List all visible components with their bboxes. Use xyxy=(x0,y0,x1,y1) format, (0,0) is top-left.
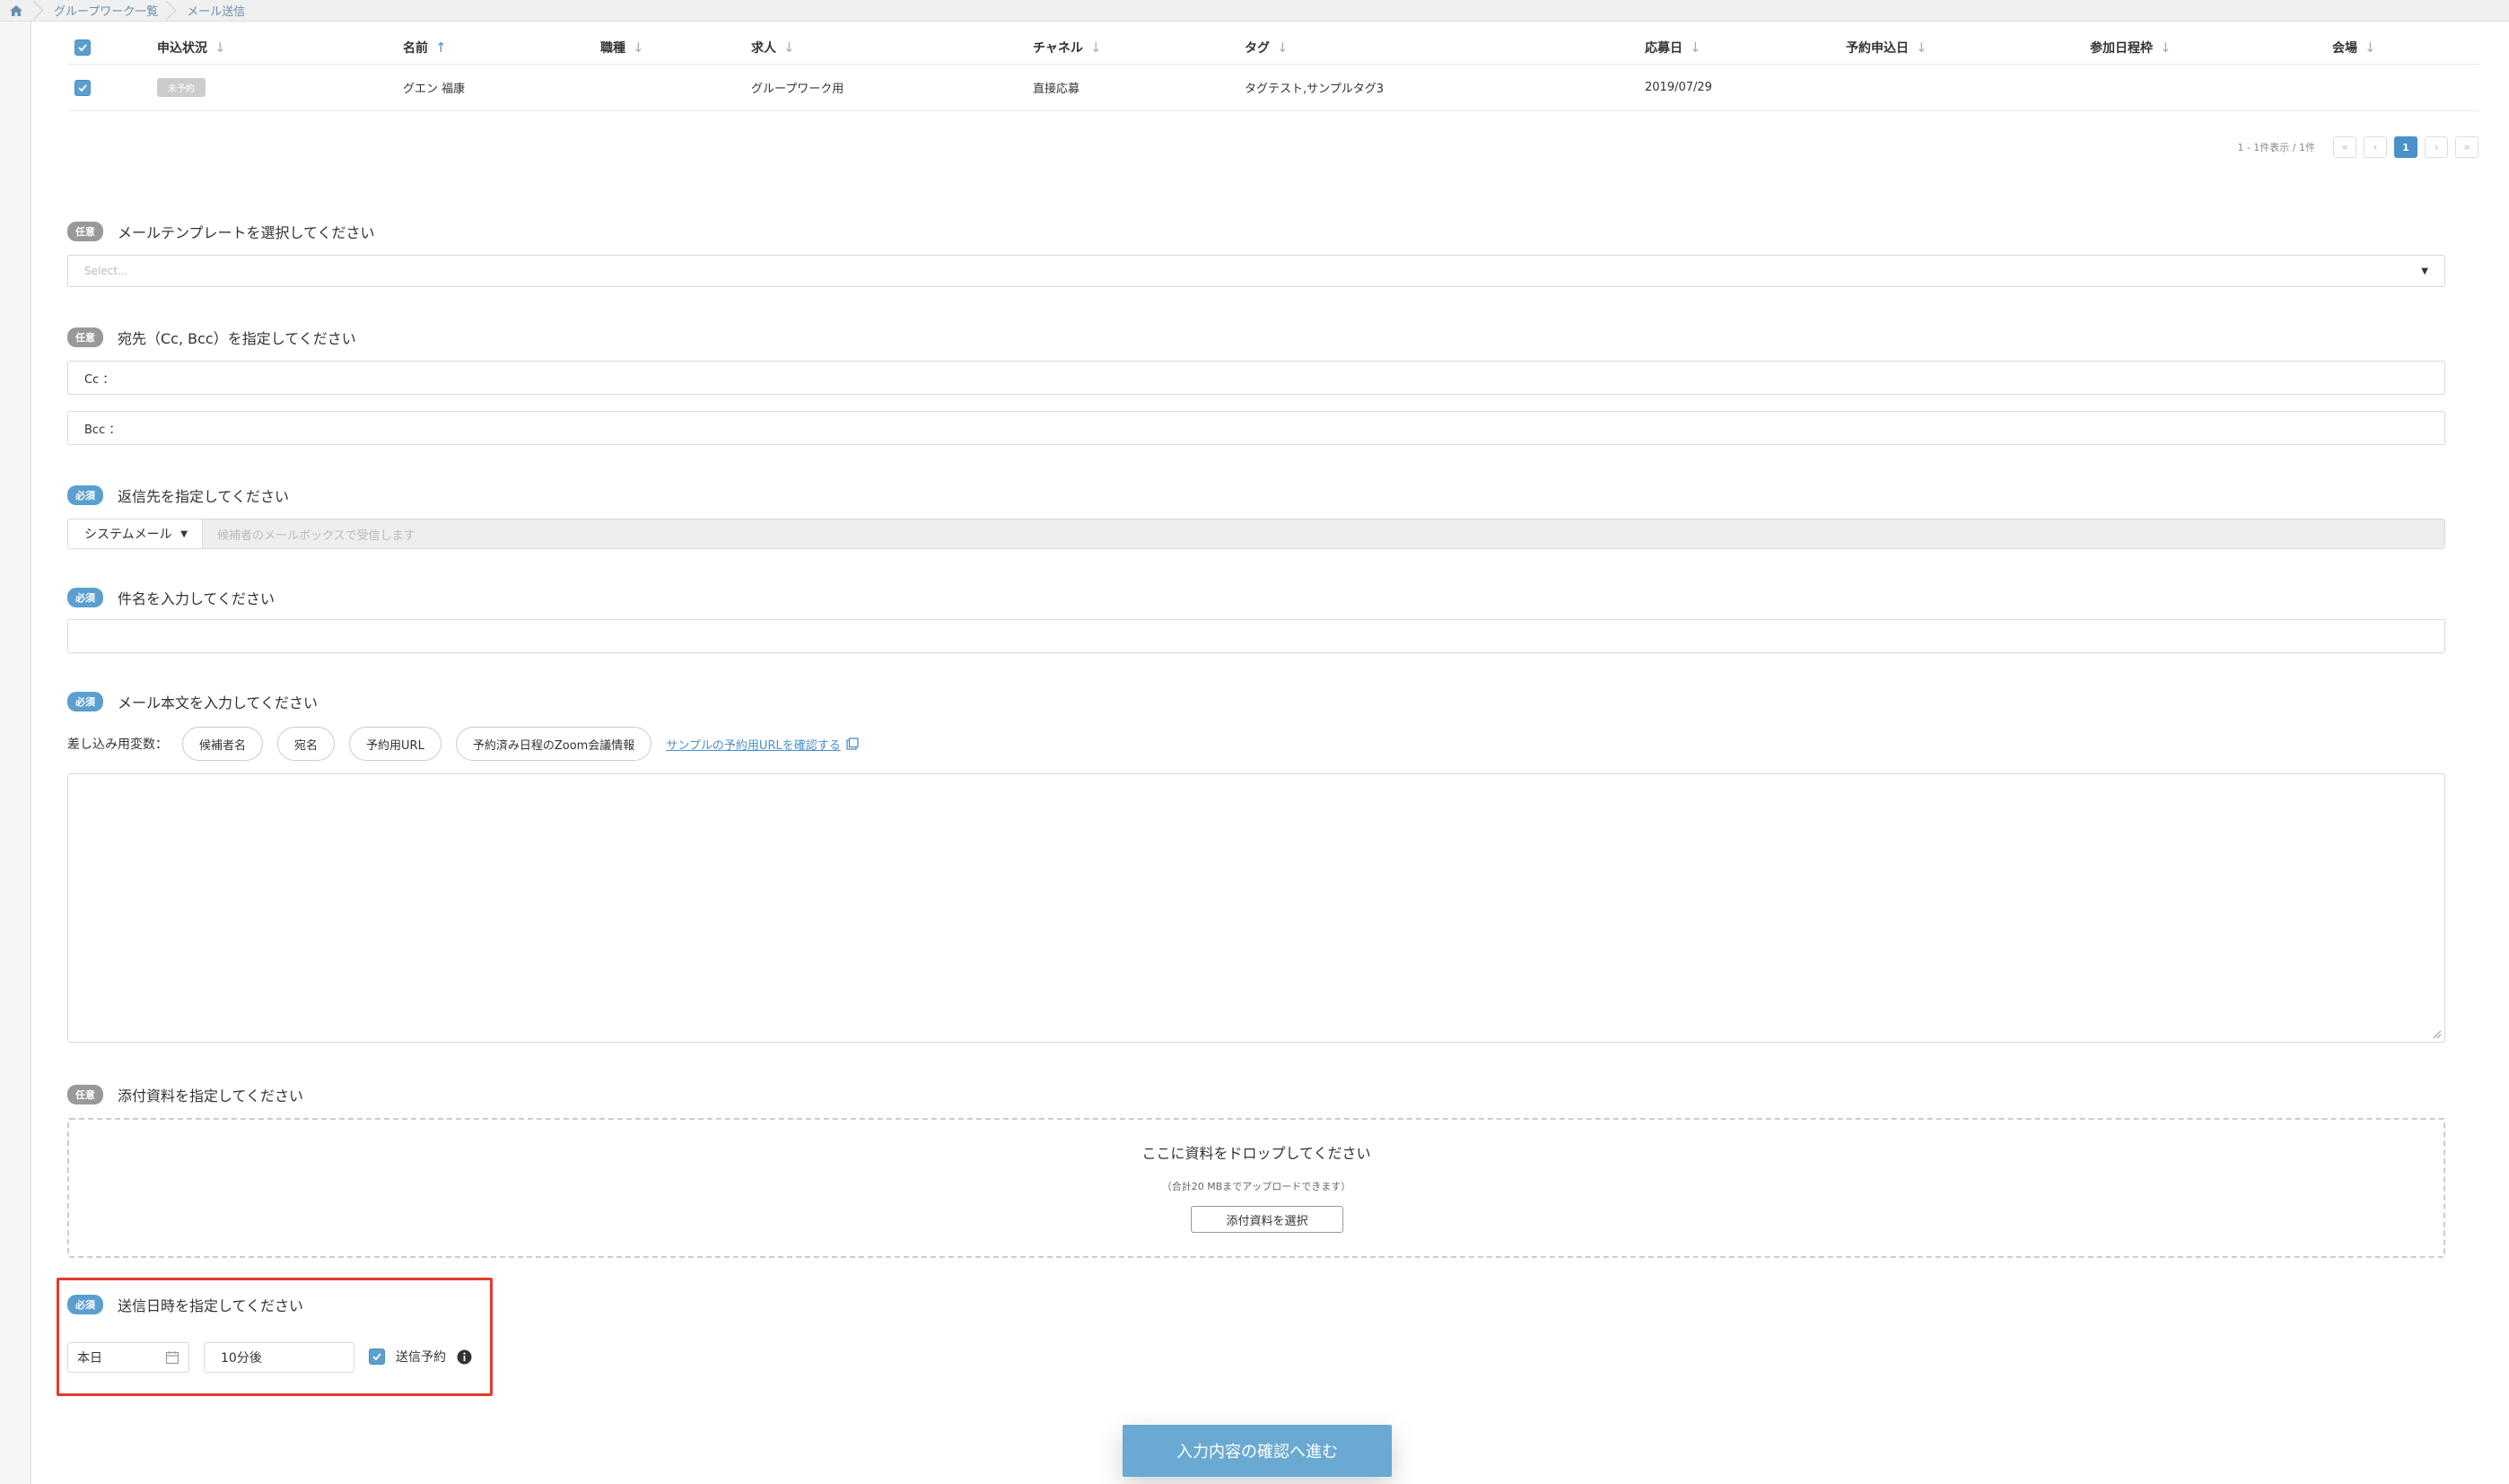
var-reservation-url-button[interactable]: 予約用URL xyxy=(349,727,441,761)
info-icon[interactable] xyxy=(457,1349,472,1365)
subject-input[interactable] xyxy=(67,619,2445,653)
schedule-option: 送信予約 xyxy=(369,1348,472,1366)
required-tag: 必須 xyxy=(67,1295,103,1314)
row-job: グループワーク用 xyxy=(751,83,844,96)
sort-down-icon: ↓ xyxy=(2365,39,2376,56)
breadcrumb-mail-send: メール送信 xyxy=(187,5,246,19)
sort-down-icon: ↓ xyxy=(633,39,644,56)
body-textarea[interactable] xyxy=(67,773,2445,1043)
main-panel: 申込状況 ↓ 名前 ↑ 職種 ↓ 求人 ↓ チャネル ↓ タグ ↓ 応募日 ↓ 予約申込日 ↓ … xyxy=(31,22,2509,1484)
col-job[interactable]: 求人 ↓ xyxy=(751,39,795,57)
col-name[interactable]: 名前 ↑ xyxy=(403,39,447,57)
subject-section-label: 必須 件名を入力してください xyxy=(67,587,275,608)
sort-down-icon: ↓ xyxy=(214,39,226,56)
col-venue[interactable]: 会場 ↓ xyxy=(2332,39,2376,57)
required-tag: 必須 xyxy=(67,692,103,711)
required-tag: 必須 xyxy=(67,588,103,607)
template-section-label: 任意 メールテンプレートを選択してください xyxy=(67,221,375,242)
schedule-label: 送信予約 xyxy=(396,1350,446,1365)
check-icon xyxy=(78,43,87,51)
breadcrumb-groupwork-list[interactable]: グループワーク一覧 xyxy=(36,0,169,22)
applicant-table: 申込状況 ↓ 名前 ↑ 職種 ↓ 求人 ↓ チャネル ↓ タグ ↓ 応募日 ↓ 予約申込日 ↓ … xyxy=(67,31,2479,111)
send-time-input[interactable]: 10分後 xyxy=(204,1342,354,1373)
first-page-button[interactable]: « xyxy=(2333,136,2356,158)
row-tags: タグテスト,サンプルタグ3 xyxy=(1245,83,1385,96)
table-header: 申込状況 ↓ 名前 ↑ 職種 ↓ 求人 ↓ チャネル ↓ タグ ↓ 応募日 ↓ 予約申込日 ↓ … xyxy=(67,31,2479,65)
reply-to-input: 候補者のメールボックスで受信します xyxy=(202,519,2445,549)
sort-down-icon: ↓ xyxy=(783,39,795,56)
reply-section-label: 必須 返信先を指定してください xyxy=(67,484,289,506)
next-page-button[interactable]: › xyxy=(2425,136,2448,158)
optional-tag: 任意 xyxy=(67,327,103,347)
sort-down-icon: ↓ xyxy=(1089,39,1102,56)
optional-tag: 任意 xyxy=(67,222,103,241)
row-applied-date: 2019/07/29 xyxy=(1645,81,1712,94)
confirm-submit-button[interactable]: 入力内容の確認へ進む xyxy=(1123,1425,1392,1477)
breadcrumb-home[interactable] xyxy=(0,0,36,22)
sort-down-icon: ↓ xyxy=(1277,39,1289,56)
variables-label: 差し込み用変数： xyxy=(67,738,168,752)
insert-variables: 差し込み用変数： 候補者名 宛名 予約用URL 予約済み日程のZoom会議情報 … xyxy=(67,727,859,761)
check-icon xyxy=(78,83,87,92)
last-page-button[interactable]: » xyxy=(2455,136,2478,158)
select-attachment-button[interactable]: 添付資料を選択 xyxy=(1191,1206,1343,1233)
external-link-icon xyxy=(846,738,859,750)
row-checkbox[interactable] xyxy=(74,79,91,96)
bcc-field[interactable]: Bcc ： xyxy=(67,411,2445,445)
dropzone-title: ここに資料をドロップしてください xyxy=(1141,1145,1371,1162)
attachment-section-label: 任意 添付資料を指定してください xyxy=(67,1084,303,1105)
caret-down-icon: ▼ xyxy=(2421,266,2428,276)
check-icon xyxy=(372,1353,381,1361)
caret-down-icon: ▼ xyxy=(180,528,188,539)
row-channel: 直接応募 xyxy=(1033,83,1080,96)
col-slot[interactable]: 参加日程枠 ↓ xyxy=(2090,39,2172,57)
select-all-checkbox[interactable] xyxy=(74,39,91,56)
row-name[interactable]: グエン 福康 xyxy=(403,79,465,96)
resize-handle-icon[interactable] xyxy=(2431,1028,2442,1039)
schedule-checkbox[interactable] xyxy=(369,1349,385,1365)
cc-field[interactable]: Cc ： xyxy=(67,361,2445,395)
reply-to-select[interactable]: システムメール ▼ xyxy=(67,519,202,549)
table-row: 未予約 グエン 福康 グループワーク用 直接応募 タグテスト,サンプルタグ3 2… xyxy=(67,65,2479,111)
send-date-input[interactable]: 本日 xyxy=(67,1342,189,1373)
var-zoom-info-button[interactable]: 予約済み日程のZoom会議情報 xyxy=(455,727,652,761)
send-time-section-label: 必須 送信日時を指定してください xyxy=(67,1294,303,1315)
status-badge: 未予約 xyxy=(157,78,205,97)
col-status[interactable]: 申込状況 ↓ xyxy=(157,39,226,57)
template-select[interactable]: Select... ▼ xyxy=(67,255,2445,287)
col-applied-date[interactable]: 応募日 ↓ xyxy=(1645,39,1701,57)
required-tag: 必須 xyxy=(67,485,103,505)
sort-down-icon: ↓ xyxy=(2160,39,2172,56)
home-icon xyxy=(10,4,22,16)
prev-page-button[interactable]: ‹ xyxy=(2364,136,2387,158)
col-reserved-date[interactable]: 予約申込日 ↓ xyxy=(1846,39,1928,57)
col-job-type[interactable]: 職種 ↓ xyxy=(600,39,644,57)
sort-down-icon: ↓ xyxy=(1690,39,1701,56)
sort-down-icon: ↓ xyxy=(1916,39,1928,56)
dropzone-subtitle: （合計20 MBまでアップロードできます） xyxy=(1161,1181,1351,1192)
page-1-button[interactable]: 1 xyxy=(2394,136,2417,158)
recipients-section-label: 任意 宛先（Cc, Bcc）を指定してください xyxy=(67,327,356,348)
sample-url-link[interactable]: サンプルの予約用URLを確認する xyxy=(666,736,859,753)
attachment-dropzone[interactable]: ここに資料をドロップしてください （合計20 MBまでアップロードできます） 添… xyxy=(67,1118,2445,1258)
pagination-info: 1 - 1件表示 / 1件 xyxy=(2237,142,2315,153)
body-section-label: 必須 メール本文を入力してください xyxy=(67,691,318,712)
col-tags[interactable]: タグ ↓ xyxy=(1245,39,1289,57)
optional-tag: 任意 xyxy=(67,1085,103,1104)
var-addressee-button[interactable]: 宛名 xyxy=(277,727,336,761)
breadcrumb: グループワーク一覧 メール送信 xyxy=(0,0,2509,22)
sort-up-icon: ↑ xyxy=(435,39,447,56)
calendar-icon xyxy=(165,1351,179,1365)
col-channel[interactable]: チャネル ↓ xyxy=(1033,39,1101,57)
var-candidate-name-button[interactable]: 候補者名 xyxy=(182,727,264,761)
reply-to-row: システムメール ▼ 候補者のメールボックスで受信します xyxy=(67,519,2445,549)
pagination: 1 - 1件表示 / 1件 « ‹ 1 › » xyxy=(2237,136,2478,158)
